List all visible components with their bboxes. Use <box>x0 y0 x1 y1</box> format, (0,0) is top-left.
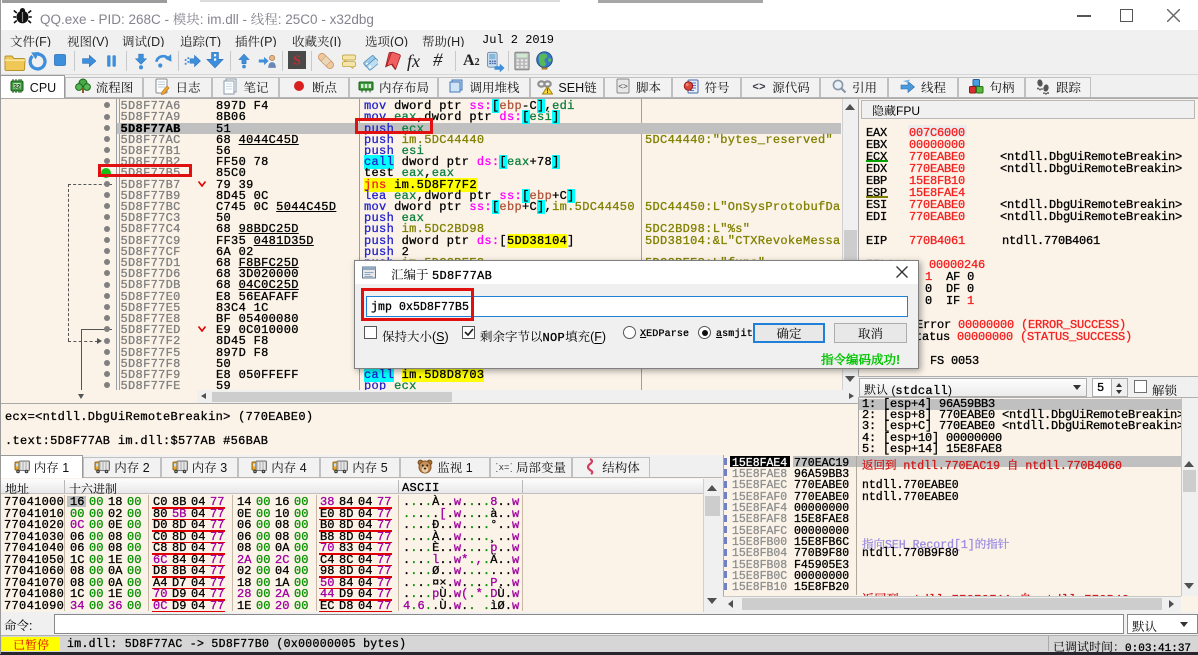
svg-text:[x=]: [x=] <box>496 463 512 473</box>
svg-text:32: 32 <box>13 85 20 91</box>
svg-text:<>: <> <box>753 82 767 94</box>
svg-text:!: ! <box>547 88 549 95</box>
svg-text:S: S <box>293 53 301 68</box>
svg-text:<>: <> <box>618 83 628 92</box>
